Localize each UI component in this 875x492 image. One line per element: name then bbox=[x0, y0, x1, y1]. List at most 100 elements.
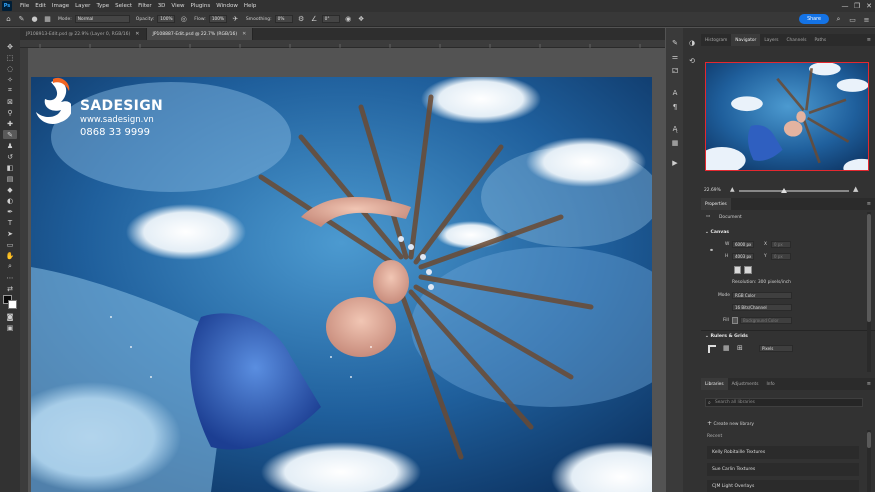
bit-depth-select[interactable]: 16 Bits/Channel bbox=[732, 304, 792, 311]
grid-icon[interactable]: ▦ bbox=[723, 344, 730, 352]
brush-tool-icon[interactable]: ✎ bbox=[3, 130, 17, 139]
library-item[interactable]: Sue Carlin Textures bbox=[707, 463, 859, 476]
navigator-thumbnail[interactable] bbox=[705, 62, 869, 171]
fill-select[interactable]: Background Color bbox=[740, 317, 792, 324]
menu-plugins[interactable]: Plugins bbox=[187, 3, 213, 9]
background-color-swatch[interactable] bbox=[8, 300, 17, 309]
menu-edit[interactable]: Edit bbox=[32, 3, 49, 9]
workspace-icon[interactable]: ▭ bbox=[848, 15, 857, 24]
doc-tab-jp108887[interactable]: JP108887-Edit.psd @ 22.7% (RGB/16) ✕ bbox=[146, 28, 254, 40]
quick-mask-icon[interactable]: ◙ bbox=[3, 312, 17, 321]
flow-field[interactable]: 100% bbox=[208, 15, 227, 23]
document-canvas[interactable]: SADESIGN www.sadesign.vn 0868 33 9999 bbox=[31, 77, 652, 492]
history-panel-icon[interactable]: ⟲ bbox=[686, 56, 698, 66]
history-brush-icon[interactable]: ↺ bbox=[3, 152, 17, 161]
menu-view[interactable]: View bbox=[168, 3, 187, 9]
pen-tool-icon[interactable]: ✒ bbox=[3, 207, 17, 216]
shape-tool-icon[interactable]: ▭ bbox=[3, 240, 17, 249]
tab-libraries[interactable]: Libraries bbox=[701, 378, 728, 390]
zoom-slider-knob[interactable] bbox=[781, 188, 787, 193]
create-library-link[interactable]: + Create new library bbox=[707, 420, 754, 427]
type-tool-icon[interactable]: T bbox=[3, 218, 17, 227]
swatches-icon[interactable]: ▦ bbox=[669, 138, 681, 148]
brush-tool-icon[interactable]: ✎ bbox=[17, 15, 26, 24]
smoothing-field[interactable]: 0% bbox=[274, 15, 293, 23]
fill-swatch[interactable] bbox=[732, 317, 738, 324]
ruler-icon[interactable] bbox=[708, 345, 716, 353]
menu-3d[interactable]: 3D bbox=[155, 3, 169, 9]
airbrush-icon[interactable]: ✈ bbox=[231, 15, 240, 24]
pressure-size-icon[interactable]: ◉ bbox=[344, 15, 353, 24]
menu-file[interactable]: File bbox=[17, 3, 32, 9]
menu-type[interactable]: Type bbox=[93, 3, 112, 9]
libraries-scroll-thumb[interactable] bbox=[867, 432, 871, 448]
panel-menu-icon[interactable]: ≡ bbox=[862, 15, 871, 24]
healing-tool-icon[interactable]: ✚ bbox=[3, 119, 17, 128]
photoshop-app-icon[interactable]: Ps bbox=[2, 1, 12, 11]
portrait-orientation-icon[interactable] bbox=[734, 266, 741, 274]
opacity-field[interactable]: 100% bbox=[157, 15, 176, 23]
eraser-tool-icon[interactable]: ◧ bbox=[3, 163, 17, 172]
tab-info[interactable]: Info bbox=[762, 378, 778, 390]
move-tool-icon[interactable]: ✥ bbox=[3, 42, 17, 51]
navigator-zoom-value[interactable]: 22.69% bbox=[704, 188, 721, 193]
edit-toolbar-icon[interactable]: ⇄ bbox=[3, 284, 17, 293]
menu-filter[interactable]: Filter bbox=[135, 3, 155, 9]
zoom-in-icon[interactable]: ▲ bbox=[853, 185, 858, 193]
gradient-tool-icon[interactable]: ▤ bbox=[3, 174, 17, 183]
more-tools-icon[interactable]: ⋯ bbox=[3, 273, 17, 282]
close-icon[interactable]: ✕ bbox=[863, 0, 875, 12]
color-panel-icon[interactable]: ◑ bbox=[686, 38, 698, 48]
restore-icon[interactable]: ❐ bbox=[851, 0, 863, 12]
menu-help[interactable]: Help bbox=[241, 3, 260, 9]
close-tab-icon[interactable]: ✕ bbox=[242, 31, 246, 37]
home-icon[interactable]: ⌂ bbox=[4, 15, 13, 24]
close-tab-icon[interactable]: ✕ bbox=[135, 31, 139, 37]
paragraph-panel-icon[interactable]: ¶ bbox=[669, 102, 681, 112]
search-icon[interactable]: ⌕ bbox=[834, 15, 843, 24]
clone-source-icon[interactable]: ⚁ bbox=[669, 66, 681, 76]
y-field[interactable]: 0 px bbox=[771, 253, 791, 260]
hand-tool-icon[interactable]: ✋ bbox=[3, 251, 17, 260]
zoom-tool-icon[interactable]: ⌕ bbox=[3, 262, 17, 271]
minimize-icon[interactable]: — bbox=[839, 0, 851, 12]
character-panel-icon[interactable]: A bbox=[669, 88, 681, 98]
rulers-grids-header[interactable]: ⌄ Rulers & Grids bbox=[705, 334, 748, 339]
zoom-out-icon[interactable]: ▲ bbox=[730, 186, 735, 193]
tab-adjustments[interactable]: Adjustments bbox=[728, 378, 763, 390]
height-field[interactable]: 4003 px bbox=[732, 253, 754, 260]
library-item[interactable]: CJM Light Overlays bbox=[707, 480, 859, 492]
actions-play-icon[interactable]: ▶ bbox=[669, 158, 681, 168]
eyedropper-tool-icon[interactable]: ⚲ bbox=[3, 108, 17, 117]
pressure-opacity-icon[interactable]: ◎ bbox=[179, 15, 188, 24]
library-search-input[interactable]: ⌕ Search all libraries bbox=[705, 398, 863, 407]
x-field[interactable]: 0 px bbox=[771, 241, 791, 248]
brush-panel-icon[interactable]: ✎ bbox=[669, 38, 681, 48]
tab-properties[interactable]: Properties bbox=[701, 198, 731, 210]
share-button[interactable]: Share bbox=[799, 14, 829, 24]
glyphs-icon[interactable]: Ą bbox=[669, 124, 681, 134]
guides-icon[interactable]: ⊞ bbox=[737, 344, 743, 352]
path-select-tool-icon[interactable]: ➤ bbox=[3, 229, 17, 238]
tab-paths[interactable]: Paths bbox=[810, 34, 830, 46]
blur-tool-icon[interactable]: ◆ bbox=[3, 185, 17, 194]
blend-mode-select[interactable]: Normal bbox=[74, 15, 130, 23]
library-item[interactable]: Kelly Robitaille Textures bbox=[707, 446, 859, 459]
adjustments-icon[interactable]: ⚌ bbox=[669, 52, 681, 62]
panel-options-icon[interactable]: ≡ bbox=[867, 37, 871, 43]
width-field[interactable]: 6000 px bbox=[732, 241, 754, 248]
landscape-orientation-icon[interactable] bbox=[744, 266, 752, 274]
screen-mode-icon[interactable]: ▣ bbox=[3, 323, 17, 332]
ruler-units-select[interactable]: Pixels bbox=[759, 345, 793, 352]
smoothing-gear-icon[interactable]: ⚙ bbox=[297, 15, 306, 24]
crop-tool-icon[interactable]: ⌗ bbox=[3, 86, 17, 95]
menu-window[interactable]: Window bbox=[213, 3, 241, 9]
quick-select-tool-icon[interactable]: ✧ bbox=[3, 75, 17, 84]
menu-select[interactable]: Select bbox=[112, 3, 135, 9]
tab-histogram[interactable]: Histogram bbox=[701, 34, 731, 46]
link-icon[interactable]: ⚭ bbox=[709, 247, 714, 254]
tab-navigator[interactable]: Navigator bbox=[731, 34, 761, 46]
tab-layers[interactable]: Layers bbox=[760, 34, 782, 46]
menu-layer[interactable]: Layer bbox=[72, 3, 93, 9]
menu-image[interactable]: Image bbox=[49, 3, 72, 9]
